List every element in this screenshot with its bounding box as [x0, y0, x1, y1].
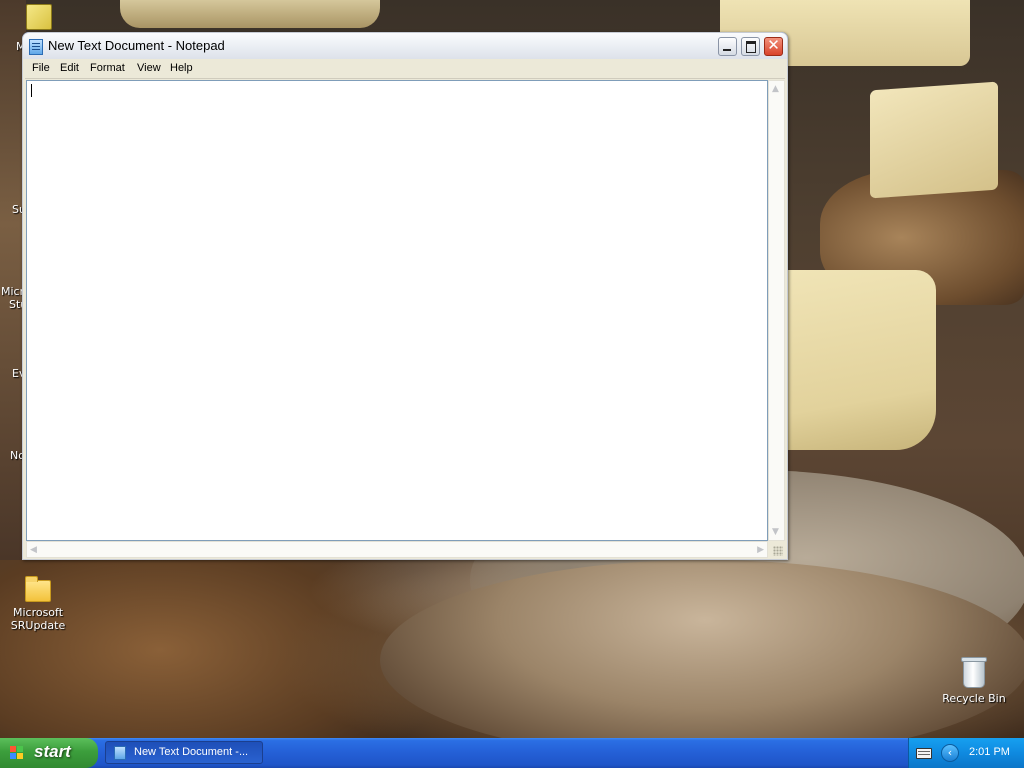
- desktop-shortcut-icon[interactable]: [26, 4, 52, 30]
- horizontal-scrollbar[interactable]: ◀ ▶: [26, 541, 768, 558]
- chevron-left-icon[interactable]: ‹: [941, 744, 959, 762]
- desktop-icon-label: Microsoft: [12, 606, 64, 619]
- desktop-icon-label: Recycle Bin: [942, 692, 1006, 705]
- taskbar-item-notepad[interactable]: New Text Document -...: [105, 741, 263, 764]
- notepad-icon[interactable]: [29, 39, 43, 55]
- scroll-right-icon[interactable]: ▶: [757, 544, 764, 556]
- vertical-scrollbar[interactable]: ▲ ▼: [768, 80, 785, 541]
- maximize-icon: [746, 41, 756, 53]
- wallpaper-cheese: [120, 0, 380, 28]
- desktop-icon-microsoft-srupdate[interactable]: Microsoft SRUpdate: [4, 576, 72, 632]
- scroll-left-icon[interactable]: ◀: [30, 544, 37, 556]
- clock[interactable]: 2:01 PM: [969, 746, 1010, 758]
- minimize-icon: [723, 49, 731, 51]
- system-tray: ‹ 2:01 PM: [908, 738, 1024, 768]
- keyboard-icon[interactable]: [916, 748, 932, 759]
- scroll-down-icon[interactable]: ▼: [772, 526, 779, 538]
- notepad-window[interactable]: New Text Document - Notepad ✕ File Edit …: [22, 32, 788, 560]
- menu-help[interactable]: Help: [170, 62, 193, 74]
- text-caret: [31, 84, 32, 97]
- menu-edit[interactable]: Edit: [60, 62, 79, 74]
- notepad-icon: [114, 746, 126, 760]
- folder-icon: [25, 576, 51, 602]
- windows-logo-icon: [10, 746, 24, 760]
- menu-file[interactable]: File: [32, 62, 50, 74]
- desktop-icon-label: SRUpdate: [10, 619, 66, 632]
- maximize-button[interactable]: [741, 37, 760, 56]
- menu-view[interactable]: View: [137, 62, 161, 74]
- menu-bar: File Edit Format View Help: [25, 59, 785, 79]
- title-bar[interactable]: New Text Document - Notepad ✕: [23, 33, 787, 59]
- menu-format[interactable]: Format: [90, 62, 125, 74]
- window-frame: New Text Document - Notepad ✕ File Edit …: [22, 32, 788, 560]
- desktop-icon-recycle-bin[interactable]: Recycle Bin: [940, 657, 1008, 705]
- minimize-button[interactable]: [718, 37, 737, 56]
- wallpaper-cheese: [786, 270, 936, 450]
- start-label: start: [34, 742, 71, 761]
- close-icon: ✕: [767, 36, 780, 54]
- resize-grip[interactable]: [768, 541, 785, 558]
- recycle-bin-icon: [961, 657, 987, 688]
- wallpaper-cheese: [870, 81, 998, 199]
- start-button[interactable]: start: [0, 738, 98, 768]
- text-editor-area[interactable]: [26, 80, 768, 541]
- scroll-up-icon[interactable]: ▲: [772, 83, 779, 95]
- resize-grip-icon: [773, 546, 783, 556]
- taskbar: start New Text Document -... ‹ 2:01 PM: [0, 738, 1024, 768]
- taskbar-item-label: New Text Document -...: [134, 746, 249, 758]
- close-button[interactable]: ✕: [764, 37, 783, 56]
- window-title: New Text Document - Notepad: [48, 38, 225, 53]
